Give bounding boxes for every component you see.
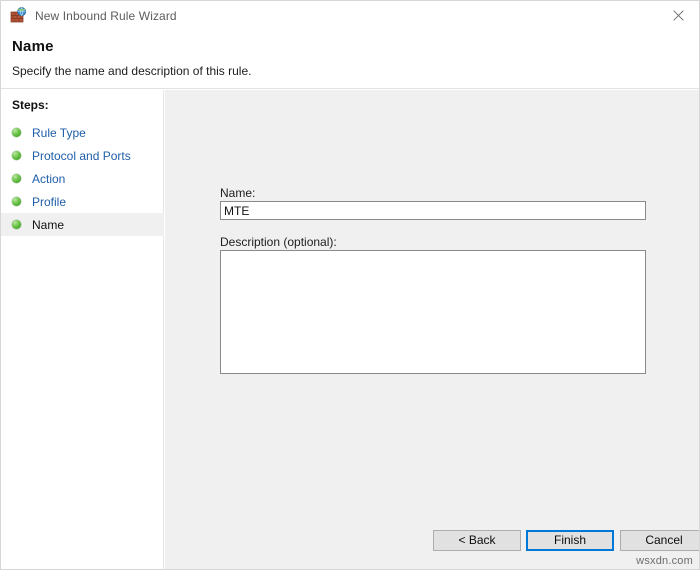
sidebar-item-name[interactable]: Name xyxy=(1,213,164,236)
step-complete-icon xyxy=(12,197,21,206)
steps-list: Rule Type Protocol and Ports Action Prof… xyxy=(1,121,164,236)
cancel-button[interactable]: Cancel xyxy=(620,530,699,551)
sidebar-item-label: Action xyxy=(32,171,66,186)
wizard-header: Name Specify the name and description of… xyxy=(1,30,699,89)
description-field-label: Description (optional): xyxy=(220,235,337,249)
finish-button[interactable]: Finish xyxy=(526,530,614,551)
wizard-window: New Inbound Rule Wizard Name Specify the… xyxy=(0,0,700,570)
sidebar-item-rule-type[interactable]: Rule Type xyxy=(1,121,164,144)
sidebar-item-label: Name xyxy=(32,217,65,232)
steps-sidebar: Steps: Rule Type Protocol and Ports Acti… xyxy=(1,90,164,569)
sidebar-item-protocol-and-ports[interactable]: Protocol and Ports xyxy=(1,144,164,167)
sidebar-item-action[interactable]: Action xyxy=(1,167,164,190)
steps-heading: Steps: xyxy=(12,98,49,112)
step-complete-icon xyxy=(12,128,21,137)
sidebar-item-label: Protocol and Ports xyxy=(32,148,131,163)
firewall-globe-icon xyxy=(10,7,27,24)
sidebar-item-profile[interactable]: Profile xyxy=(1,190,164,213)
page-title: Name xyxy=(12,38,54,55)
close-icon[interactable] xyxy=(656,1,699,30)
window-title: New Inbound Rule Wizard xyxy=(35,8,177,23)
sidebar-item-label: Profile xyxy=(32,194,67,209)
sidebar-item-label: Rule Type xyxy=(32,125,86,140)
description-input[interactable] xyxy=(220,250,646,374)
name-field-label: Name: xyxy=(220,186,256,200)
step-complete-icon xyxy=(12,174,21,183)
title-bar: New Inbound Rule Wizard xyxy=(1,1,699,30)
content-panel: Name: Description (optional): xyxy=(165,90,699,569)
watermark: wsxdn.com xyxy=(636,555,693,567)
step-complete-icon xyxy=(12,151,21,160)
step-complete-icon xyxy=(12,220,21,229)
page-subtitle: Specify the name and description of this… xyxy=(12,64,252,78)
name-input[interactable] xyxy=(220,201,646,220)
back-button[interactable]: < Back xyxy=(433,530,521,551)
